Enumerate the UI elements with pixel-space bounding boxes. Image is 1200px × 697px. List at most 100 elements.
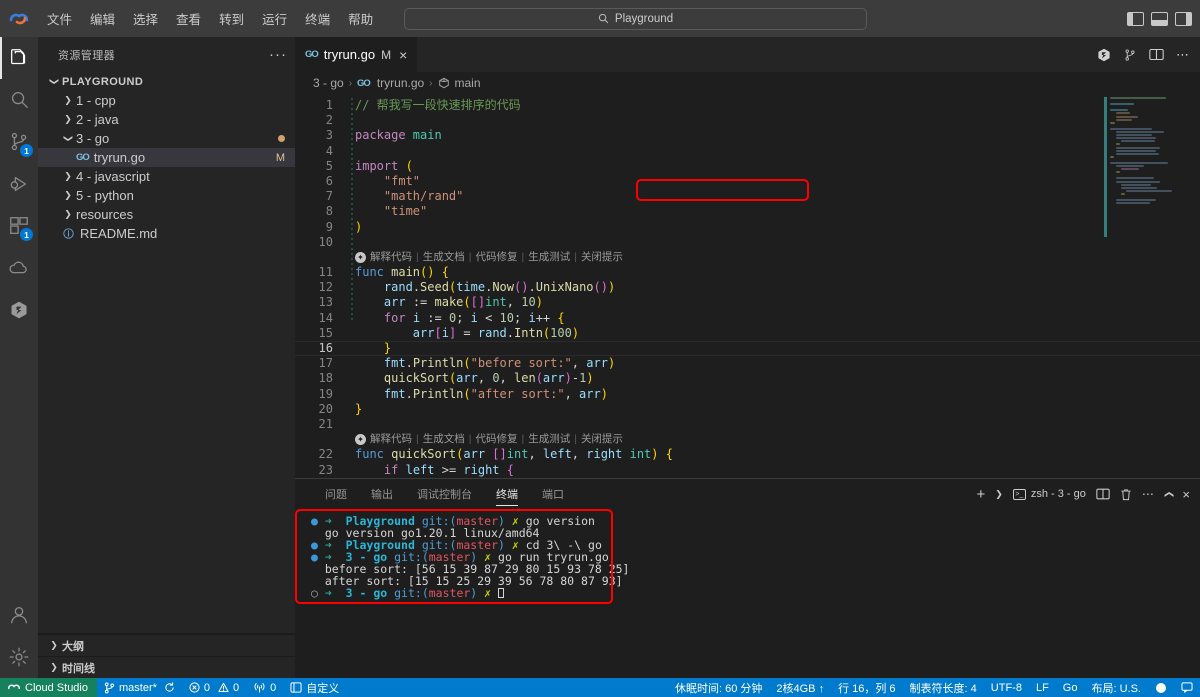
codelens-fix[interactable]: 代码修复 <box>475 250 517 265</box>
code-line-text: "math/rand" <box>383 189 464 204</box>
codelens-explain[interactable]: 解释代码 <box>370 250 412 265</box>
status-item-sleep-time[interactable]: 休眠时间: 60 分钟 <box>668 678 769 697</box>
status-item-problems[interactable]: 0 0 <box>182 678 246 697</box>
menu-item-view[interactable]: 查看 <box>167 6 210 31</box>
status-item-encoding[interactable]: UTF-8 <box>984 678 1029 697</box>
close-icon[interactable]: × <box>1182 487 1190 502</box>
status-item-keyboard-layout[interactable]: 布局: U.S. <box>1084 678 1148 697</box>
explorer-sidebar: 资源管理器 ··· ❯ PLAYGROUND ❯ 1 - cpp ❯ 2 - j… <box>38 37 295 678</box>
status-item-language-mode[interactable]: Go <box>1056 678 1085 697</box>
codelens-fix[interactable]: 代码修复 <box>475 432 517 447</box>
run-code-icon[interactable] <box>1097 48 1111 62</box>
sidebar-section-timeline[interactable]: ❯ 时间线 <box>38 656 295 678</box>
codelens-test[interactable]: 生成测试 <box>528 432 570 447</box>
chevron-right-icon: ❯ <box>50 662 58 672</box>
breadcrumb-separator: › <box>348 77 353 89</box>
status-item-eol[interactable]: LF <box>1029 678 1056 697</box>
tree-item-3-go[interactable]: ❯ 3 - go <box>38 129 295 148</box>
search-input[interactable]: Playground <box>404 7 867 30</box>
status-item-feedback[interactable] <box>1174 678 1200 697</box>
breadcrumb-item-folder[interactable]: 3 - go <box>313 76 344 90</box>
menu-item-terminal[interactable]: 终端 <box>296 6 339 31</box>
panel-tab-ports[interactable]: 端口 <box>530 479 576 509</box>
status-item-brand[interactable]: Cloud Studio <box>0 678 97 697</box>
menu-item-selection[interactable]: 选择 <box>124 6 167 31</box>
code-line-21: 21 <box>295 417 1200 432</box>
panel-tab-debug-console[interactable]: 调试控制台 <box>405 479 484 509</box>
codelens-docs[interactable]: 生成文档 <box>423 432 465 447</box>
split-editor-icon[interactable] <box>1149 48 1164 61</box>
panel-tab-output[interactable]: 输出 <box>359 479 405 509</box>
activity-item-source-control[interactable]: 1 <box>0 121 38 163</box>
activity-item-search[interactable] <box>0 79 38 121</box>
ellipsis-icon[interactable]: ··· <box>269 46 287 63</box>
activity-item-cloud[interactable] <box>0 247 38 289</box>
menu-item-edit[interactable]: 编辑 <box>81 6 124 31</box>
toggle-panel-icon[interactable] <box>1151 11 1168 26</box>
split-source-control-icon[interactable] <box>1123 48 1137 62</box>
toggle-primary-sidebar-icon[interactable] <box>1127 11 1144 26</box>
error-icon <box>189 682 200 693</box>
go-file-icon: GO <box>305 49 319 60</box>
menu-item-help[interactable]: 帮助 <box>339 6 382 31</box>
codelens-close[interactable]: 关闭提示 <box>581 250 623 265</box>
cloud-studio-icon <box>7 683 21 693</box>
activity-badge-extensions: 1 <box>20 228 33 241</box>
code-line-20: 20 } <box>295 402 1200 417</box>
chevron-up-icon[interactable]: ❯ <box>1163 490 1174 498</box>
codelens-close[interactable]: 关闭提示 <box>581 432 623 447</box>
activity-item-extensions[interactable]: 1 <box>0 205 38 247</box>
tree-item-2-java[interactable]: ❯ 2 - java <box>38 110 295 129</box>
status-item-indentation[interactable]: 制表符长度: 4 <box>903 678 984 697</box>
status-item-resources[interactable]: 2核4GB ↑ <box>769 678 831 697</box>
status-item-notifications[interactable] <box>1148 678 1174 697</box>
trash-icon[interactable] <box>1120 488 1132 501</box>
codelens-test[interactable]: 生成测试 <box>528 250 570 265</box>
bottom-panel: 问题 输出 调试控制台 终端 端口 + ❯ >_ zsh - 3 - go ⋯ … <box>295 478 1200 678</box>
split-terminal-icon[interactable] <box>1096 488 1110 500</box>
plus-icon[interactable]: + <box>977 486 986 503</box>
toggle-secondary-sidebar-icon[interactable] <box>1175 11 1192 26</box>
ellipsis-icon[interactable]: ⋯ <box>1142 487 1155 501</box>
activity-item-accounts[interactable] <box>0 594 38 636</box>
codelens-explain[interactable]: 解释代码 <box>370 432 412 447</box>
tree-item-5-python[interactable]: ❯ 5 - python <box>38 186 295 205</box>
terminal-output[interactable]: ● ➜ Playground git:(master) ✗ go version… <box>295 509 1200 678</box>
status-item-cursor-position[interactable]: 行 16，列 6 <box>831 678 902 697</box>
status-item-branch[interactable]: master* <box>97 678 182 697</box>
codelens-docs[interactable]: 生成文档 <box>423 250 465 265</box>
activity-item-settings[interactable] <box>0 636 38 678</box>
terminal-selector[interactable]: >_ zsh - 3 - go <box>1012 488 1086 500</box>
tree-item-4-javascript[interactable]: ❯ 4 - javascript <box>38 167 295 186</box>
menu-item-run[interactable]: 运行 <box>253 6 296 31</box>
panel-tab-terminal[interactable]: 终端 <box>484 479 530 509</box>
line-number: 13 <box>318 295 333 310</box>
menu-item-file[interactable]: 文件 <box>38 6 81 31</box>
panel-tab-problems[interactable]: 问题 <box>313 479 359 509</box>
status-item-custom[interactable]: 自定义 <box>283 678 346 697</box>
window-layout-controls <box>1127 11 1192 26</box>
breadcrumb-item-symbol[interactable]: main <box>455 76 481 90</box>
status-item-ports[interactable]: 0 <box>246 678 283 697</box>
sidebar-section-outline[interactable]: ❯ 大纲 <box>38 634 295 656</box>
tree-item-readme-md[interactable]: README.md <box>38 224 295 243</box>
tree-item-tryrun-go[interactable]: GO tryrun.go M <box>38 148 295 167</box>
editor-tab-tryrun-go[interactable]: GO tryrun.go M × <box>295 37 419 72</box>
tree-root-playground[interactable]: ❯ PLAYGROUND <box>38 72 295 91</box>
menu-item-go[interactable]: 转到 <box>210 6 253 31</box>
lightbulb-icon: ✦ <box>355 251 366 263</box>
activity-item-ai-assistant[interactable] <box>0 289 38 331</box>
status-ports-count: 0 <box>270 681 277 694</box>
tree-item-1-cpp[interactable]: ❯ 1 - cpp <box>38 91 295 110</box>
tree-item-resources[interactable]: ❯ resources <box>38 205 295 224</box>
activity-item-run-debug[interactable] <box>0 163 38 205</box>
close-icon[interactable]: × <box>399 47 407 63</box>
chevron-down-icon[interactable]: ❯ <box>995 489 1003 500</box>
minimap[interactable] <box>1100 94 1186 478</box>
breadcrumb-item-file[interactable]: tryrun.go <box>377 76 424 90</box>
line-number: 10 <box>318 234 333 249</box>
code-editor[interactable]: 1 // 帮我写一段快速排序的代码 2 3 package main 4 5 i… <box>295 94 1200 478</box>
tree-item-label: README.md <box>80 226 158 241</box>
more-actions-icon[interactable]: ⋯ <box>1176 47 1190 63</box>
activity-item-explorer[interactable] <box>0 37 38 79</box>
